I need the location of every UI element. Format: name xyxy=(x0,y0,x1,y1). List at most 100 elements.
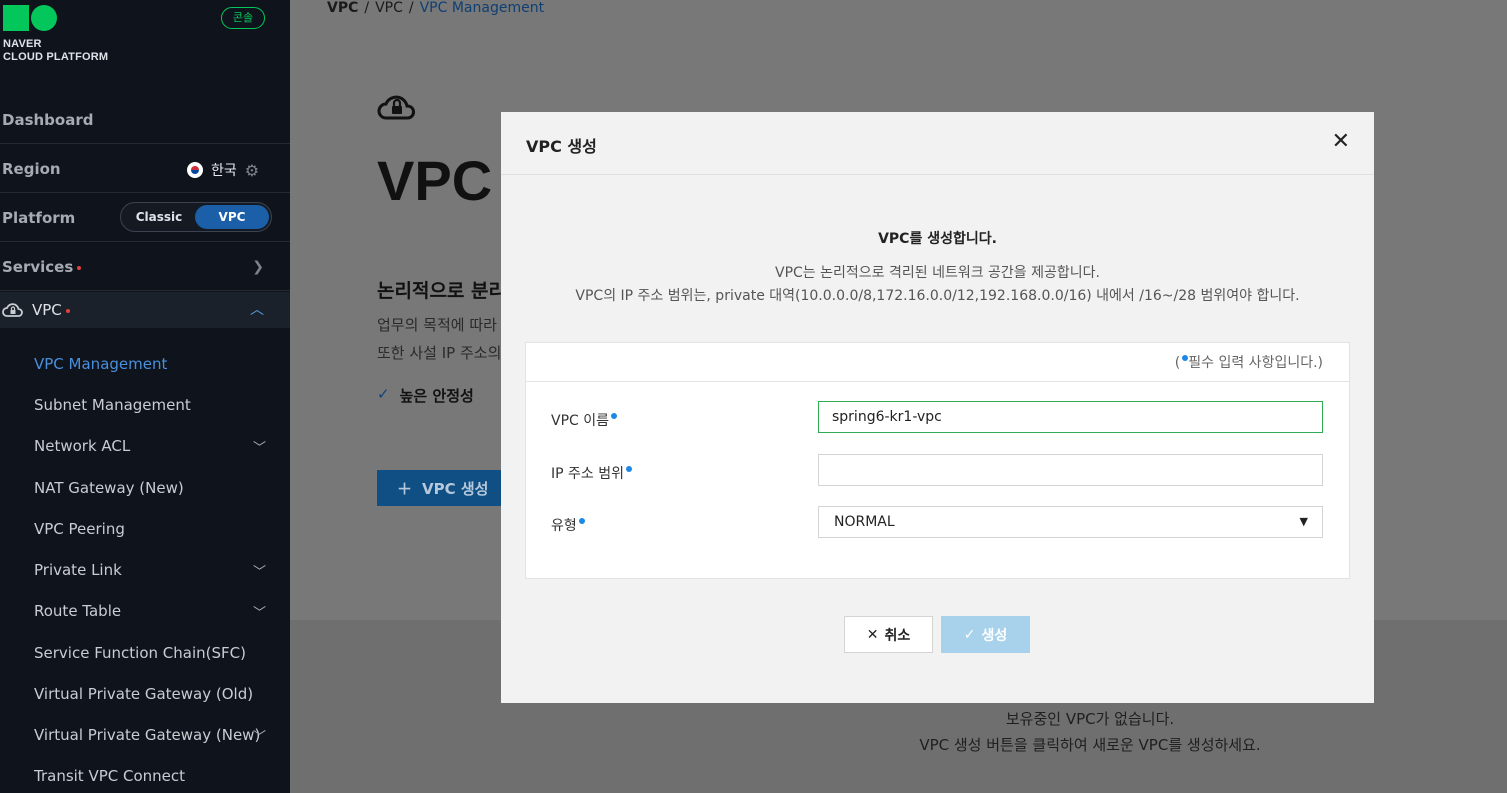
breadcrumb-vpc-management[interactable]: VPC Management xyxy=(420,0,544,16)
sidebar-item-services[interactable]: Services ❯ xyxy=(0,243,290,291)
platform-vpc-button[interactable]: VPC xyxy=(195,205,269,229)
breadcrumb-vpc-root[interactable]: VPC xyxy=(327,0,358,16)
new-dot-icon xyxy=(65,309,70,313)
chevron-down-icon: ﹀ xyxy=(252,730,266,745)
vpc-name-label: VPC 이름 xyxy=(551,410,618,430)
required-note-text: 필수 입력 사항입니다.) xyxy=(1188,355,1323,371)
korea-flag-icon xyxy=(187,162,203,178)
region-value: 한국 xyxy=(211,163,237,179)
breadcrumb-separator: / xyxy=(364,0,370,16)
vpc-form: ( 필수 입력 사항입니다.) VPC 이름 IP 주소 범위 유형 NORMAL… xyxy=(525,342,1350,579)
create-button[interactable]: ✓ 생성 xyxy=(941,616,1030,653)
check-icon: ✓ xyxy=(963,626,976,643)
sidebar-section-vpc[interactable]: VPC ︿ xyxy=(0,292,290,328)
sidebar-item-vpc-management[interactable]: VPC Management xyxy=(34,355,274,373)
gear-icon[interactable]: ⚙ xyxy=(245,161,259,180)
close-icon[interactable]: ✕ xyxy=(1332,130,1350,154)
sidebar-item-subnet-management[interactable]: Subnet Management xyxy=(34,396,274,414)
sidebar-item-label: Transit VPC Connect xyxy=(34,767,186,785)
logo-line1: NAVER xyxy=(3,38,42,50)
chevron-down-icon: ﹀ xyxy=(252,441,266,456)
close-icon: ✕ xyxy=(866,626,879,643)
chevron-down-icon: ﹀ xyxy=(252,565,266,580)
ip-range-label: IP 주소 범위 xyxy=(551,463,632,483)
vpc-cloud-lock-icon xyxy=(377,95,415,120)
platform-toggle: Classic VPC xyxy=(120,202,272,232)
page-title: VPC xyxy=(377,149,493,212)
create-vpc-label: VPC 생성 xyxy=(422,479,489,498)
check-icon: ✓ xyxy=(377,385,390,403)
sidebar-item-vpg-new[interactable]: Virtual Private Gateway (New) ﹀ xyxy=(34,726,274,745)
sidebar-item-route-table[interactable]: Route Table ﹀ xyxy=(34,602,274,621)
sidebar-item-vpg-old[interactable]: Virtual Private Gateway (Old) xyxy=(34,685,274,703)
modal-header: VPC 생성 ✕ xyxy=(501,112,1374,175)
divider xyxy=(526,381,1349,382)
new-dot-icon xyxy=(77,265,82,270)
type-select[interactable]: NORMAL ▼ xyxy=(818,506,1323,538)
platform-label: Platform xyxy=(2,208,76,227)
sidebar-item-label: VPC Management xyxy=(34,355,168,373)
create-vpc-button[interactable]: ＋ VPC 생성 xyxy=(377,470,507,506)
type-label: 유형 xyxy=(551,515,585,535)
plus-icon: ＋ xyxy=(397,479,413,498)
sidebar-item-label: Private Link xyxy=(34,561,122,579)
empty-state-title: 보유중인 VPC가 없습니다. xyxy=(1005,710,1175,728)
dashboard-label: Dashboard xyxy=(2,110,94,129)
feature-item: ✓ 높은 안정성 xyxy=(377,385,474,406)
console-badge[interactable]: 콘솔 xyxy=(221,7,265,29)
description-line1: 업무의 목적에 따라 xyxy=(377,316,497,334)
description-line2: 또한 사설 IP 주소의 xyxy=(377,344,502,362)
vpc-cloud-icon xyxy=(2,303,23,317)
modal-intro-line1: VPC는 논리적으로 격리된 네트워크 공간을 제공합니다. xyxy=(775,265,1100,281)
vpc-name-label-text: VPC 이름 xyxy=(551,413,610,429)
chevron-right-icon: ❯ xyxy=(252,258,264,275)
sidebar-item-transit-vpc[interactable]: Transit VPC Connect xyxy=(34,767,274,785)
sidebar-item-region: Region 한국 ⚙ xyxy=(0,145,290,193)
sidebar-item-platform: Platform Classic VPC xyxy=(0,194,290,242)
sidebar-item-dashboard[interactable]: Dashboard xyxy=(0,96,290,144)
sidebar-item-label: NAT Gateway (New) xyxy=(34,479,184,497)
platform-classic-button[interactable]: Classic xyxy=(121,203,197,231)
modal-title: VPC 생성 xyxy=(526,137,597,156)
type-label-text: 유형 xyxy=(551,518,577,534)
cancel-label: 취소 xyxy=(884,627,911,644)
vpc-name-input[interactable] xyxy=(818,401,1323,433)
vpc-section-label: VPC xyxy=(32,301,62,319)
feature-label: 높은 안정성 xyxy=(399,387,474,405)
chevron-up-icon: ︿ xyxy=(250,302,264,318)
sidebar-item-nat-gateway[interactable]: NAT Gateway (New) xyxy=(34,479,274,497)
modal-intro-heading: VPC를 생성합니다. xyxy=(878,231,997,247)
breadcrumb: VPC / VPC / VPC Management xyxy=(327,0,544,16)
empty-state-hint: VPC 생성 버튼을 클릭하여 새로운 VPC를 생성하세요. xyxy=(919,736,1261,754)
region-selector[interactable]: 한국 ⚙ xyxy=(187,160,259,180)
type-select-value: NORMAL xyxy=(834,514,895,530)
create-vpc-modal: VPC 생성 ✕ VPC를 생성합니다. VPC는 논리적으로 격리된 네트워크… xyxy=(501,112,1374,703)
sidebar: NAVER CLOUD PLATFORM 콘솔 Dashboard Region… xyxy=(0,0,290,793)
breadcrumb-separator: / xyxy=(408,0,414,16)
logo[interactable]: NAVER CLOUD PLATFORM xyxy=(3,5,108,64)
sidebar-item-label: VPC Peering xyxy=(34,520,125,538)
breadcrumb-vpc[interactable]: VPC xyxy=(375,0,403,16)
sidebar-item-label: Route Table xyxy=(34,602,122,620)
required-note-paren: ( xyxy=(1174,355,1181,371)
sidebar-item-label: Virtual Private Gateway (New) xyxy=(34,726,261,744)
ip-range-input[interactable] xyxy=(818,454,1323,486)
sidebar-item-vpc-peering[interactable]: VPC Peering xyxy=(34,520,274,538)
modal-intro-line2: VPC의 IP 주소 범위는, private 대역(10.0.0.0/8,17… xyxy=(575,288,1300,304)
caret-down-icon: ▼ xyxy=(1299,515,1308,528)
sidebar-item-label: Network ACL xyxy=(34,437,131,455)
cancel-button[interactable]: ✕ 취소 xyxy=(844,616,933,653)
sidebar-item-network-acl[interactable]: Network ACL ﹀ xyxy=(34,437,274,456)
region-label: Region xyxy=(2,159,61,178)
required-dot-icon xyxy=(578,518,585,524)
sidebar-item-private-link[interactable]: Private Link ﹀ xyxy=(34,561,274,580)
required-dot-icon xyxy=(611,413,618,419)
ip-range-label-text: IP 주소 범위 xyxy=(551,466,624,482)
sidebar-item-label: Subnet Management xyxy=(34,396,191,414)
sidebar-item-sfc[interactable]: Service Function Chain(SFC) xyxy=(34,644,274,662)
sidebar-item-label: Virtual Private Gateway (Old) xyxy=(34,685,254,703)
logo-line2: CLOUD PLATFORM xyxy=(3,51,109,63)
naver-logo-icon xyxy=(3,5,108,31)
required-dot-icon xyxy=(626,466,632,472)
sidebar-item-label: Service Function Chain(SFC) xyxy=(34,644,246,662)
